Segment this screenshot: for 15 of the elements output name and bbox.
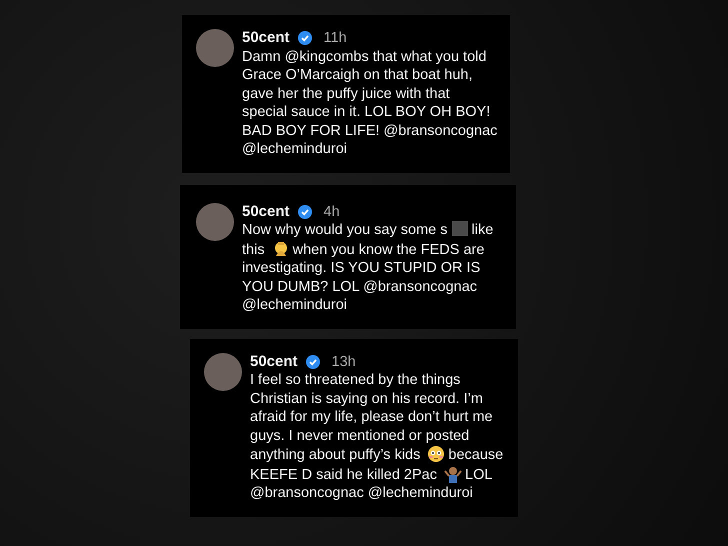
comment-text: I feel so threatened by the things Christian is saying on his record. I’m afraid for my life, please don’t hurt me guys. I never mentioned or posted anything about puffy’s kids because KEEFE D said he killed 2Pac LOL @bransoncognac @lecheminduroi — [250, 371, 504, 502]
avatar — [196, 202, 234, 240]
username[interactable]: 50cent — [250, 352, 298, 371]
timestamp: 4h — [324, 202, 340, 221]
timestamp: 13h — [332, 352, 356, 371]
avatar — [204, 352, 242, 390]
username[interactable]: 50cent — [242, 29, 290, 48]
timestamp: 11h — [324, 29, 347, 48]
username[interactable]: 50cent — [242, 202, 290, 221]
shrugging-person-emoji-icon — [444, 464, 462, 482]
censor-bar — [452, 221, 468, 236]
comment-text: Damn @kingcombs that what you told Grace O’Marcaigh on that boat huh, gave her the puffy juice with that special sauce in it. LOL BOY OH BOY! BAD BOY FOR LIFE! @bransoncognac @lecheminduroi — [242, 48, 498, 158]
comment-text: Now why would you say some s like this when you know the FEDS are investigating. IS YOU STUPID OR IS YOU DUMB? LOL @bransoncognac @lecheminduroi — [242, 221, 494, 314]
avatar — [196, 29, 234, 67]
flushed-face-emoji-icon — [427, 445, 446, 463]
